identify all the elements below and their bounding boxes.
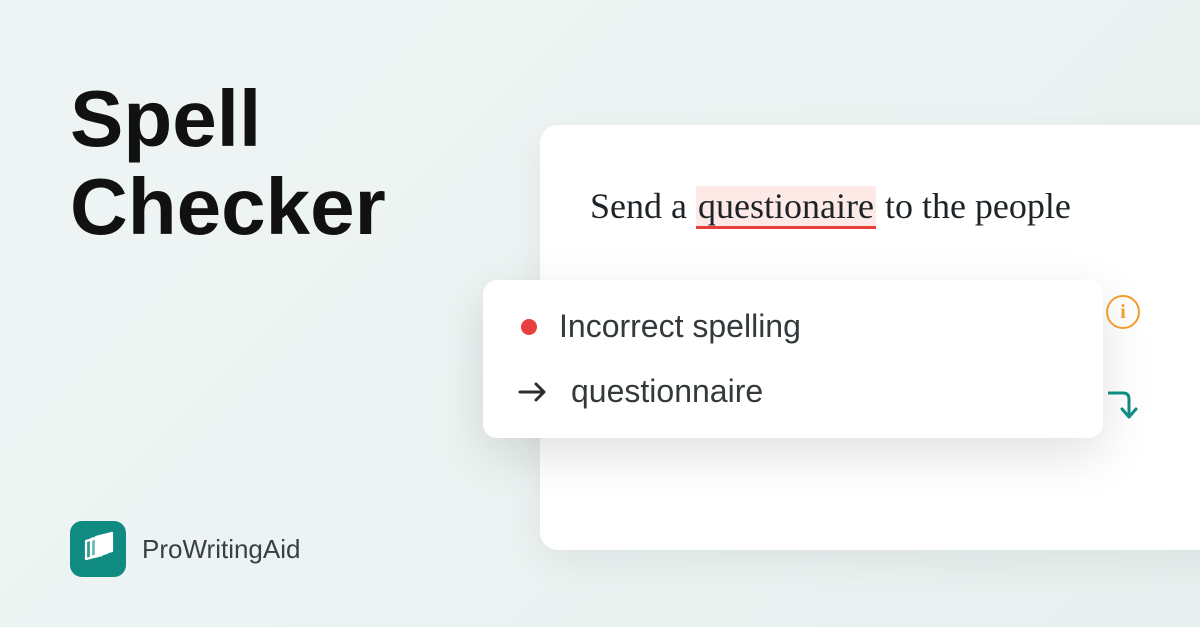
brand-logo-icon (70, 521, 126, 577)
info-icon[interactable]: i (1106, 295, 1140, 329)
arrow-right-icon (517, 381, 549, 403)
misspelled-word[interactable]: questionaire (696, 186, 876, 229)
correction-text: questionnaire (571, 373, 763, 410)
error-dot-icon (521, 319, 537, 335)
sample-text[interactable]: Send a questionaire to the people (590, 185, 1200, 227)
apply-down-icon[interactable] (1108, 389, 1138, 428)
page-title: Spell Checker (70, 75, 386, 251)
title-line-2: Checker (70, 163, 386, 251)
side-actions: i (1106, 295, 1140, 428)
brand-name: ProWritingAid (142, 534, 300, 565)
text-after: to the people (876, 186, 1071, 226)
correction-row[interactable]: questionnaire (517, 373, 1069, 410)
pages-icon (80, 531, 116, 567)
issue-label: Incorrect spelling (559, 308, 801, 345)
suggestion-card: Incorrect spelling questionnaire (483, 280, 1103, 438)
issue-row: Incorrect spelling (517, 308, 1069, 345)
text-before: Send a (590, 186, 696, 226)
title-line-1: Spell (70, 75, 386, 163)
brand: ProWritingAid (70, 521, 300, 577)
